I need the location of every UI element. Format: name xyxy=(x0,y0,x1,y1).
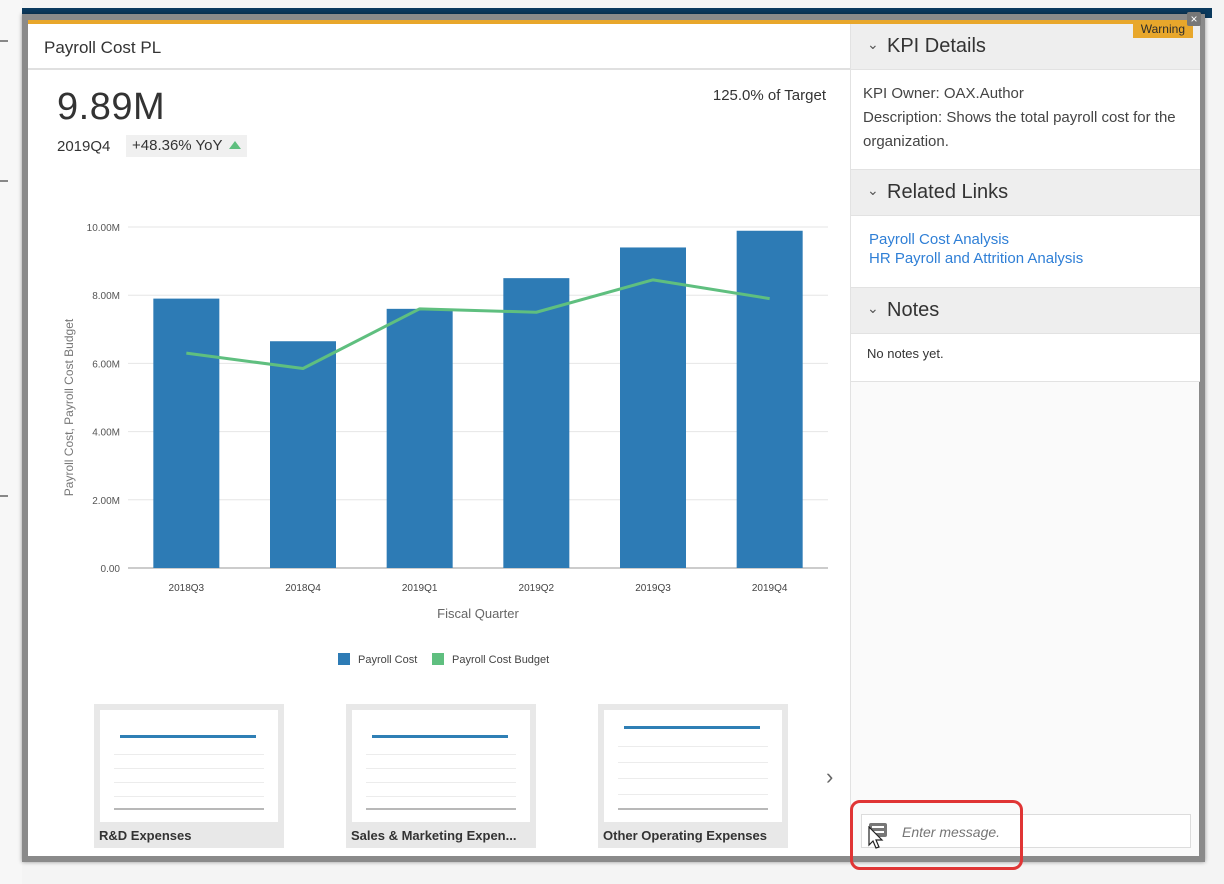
y-tick-label: 0.00 xyxy=(101,564,121,575)
section-header-notes[interactable]: ⌄ Notes xyxy=(851,288,1200,334)
x-tick-label: 2019Q2 xyxy=(519,583,555,594)
thumbnail-preview xyxy=(100,710,278,822)
x-axis-title: Fiscal Quarter xyxy=(437,606,519,621)
notes-body: No notes yet. xyxy=(851,334,1200,382)
kpi-main-panel: Payroll Cost PL 9.89M 2019Q4 +48.36% YoY… xyxy=(28,24,850,856)
y-tick-label: 8.00M xyxy=(92,291,120,302)
related-links-body: Payroll Cost Analysis HR Payroll and Att… xyxy=(851,216,1200,288)
kpi-yoy-text: +48.36% YoY xyxy=(132,137,223,154)
link-payroll-cost-analysis[interactable]: Payroll Cost Analysis xyxy=(869,230,1200,249)
thumbnail-preview xyxy=(352,710,530,822)
x-tick-label: 2019Q3 xyxy=(635,583,671,594)
warning-badge: Warning xyxy=(1132,20,1193,38)
notes-empty-text: No notes yet. xyxy=(867,346,944,361)
section-header-related-links[interactable]: ⌄ Related Links xyxy=(851,170,1200,216)
x-tick-label: 2019Q4 xyxy=(752,583,788,594)
thumbnail-label: R&D Expenses xyxy=(99,828,192,843)
bar-payroll-cost xyxy=(270,341,336,568)
bar-payroll-cost xyxy=(736,230,803,568)
close-icon[interactable]: × xyxy=(1187,12,1201,26)
x-tick-label: 2018Q4 xyxy=(285,583,321,594)
bar-payroll-cost xyxy=(153,298,220,568)
y-axis-title: Payroll Cost, Payroll Cost Budget xyxy=(62,318,76,496)
thumbnail-card-other-operating[interactable]: Other Operating Expenses xyxy=(598,704,788,848)
x-tick-label: 2018Q3 xyxy=(169,583,205,594)
chevron-right-icon[interactable]: › xyxy=(826,764,833,790)
trend-up-icon xyxy=(228,141,241,149)
x-tick-label: 2019Q1 xyxy=(402,583,438,594)
kpi-owner: KPI Owner: OAX.Author xyxy=(863,85,1024,102)
y-tick-label: 6.00M xyxy=(92,359,120,370)
kpi-value: 9.89M xyxy=(57,86,166,128)
legend-swatch-payroll-cost xyxy=(338,653,350,665)
chevron-down-icon: ⌄ xyxy=(867,36,879,52)
payroll-chart: 0.00 2.00M 4.00M 6.00M 8.00M 10.00M 2018Q3 2018… xyxy=(62,223,828,666)
section-title: Related Links xyxy=(887,181,1009,203)
details-sidebar: ⌄ KPI Details KPI Owner: OAX.Author Desc… xyxy=(850,24,1200,856)
chevron-down-icon: ⌄ xyxy=(867,300,879,316)
y-tick-label: 4.00M xyxy=(92,428,120,439)
bar-payroll-cost xyxy=(386,308,453,568)
thumbnail-preview xyxy=(604,710,782,822)
y-tick-label: 2.00M xyxy=(92,496,120,507)
kpi-period: 2019Q4 xyxy=(57,138,111,155)
thumbnail-label: Other Operating Expenses xyxy=(603,828,767,843)
bar-payroll-cost xyxy=(620,247,686,568)
background-left-strip xyxy=(0,0,22,884)
panel-header: Payroll Cost PL xyxy=(28,24,850,70)
link-hr-payroll-attrition[interactable]: HR Payroll and Attrition Analysis xyxy=(869,249,1200,268)
kpi-description: Description: Shows the total payroll cos… xyxy=(863,109,1176,150)
thumbnail-card-sales-marketing[interactable]: Sales & Marketing Expen... xyxy=(346,704,536,848)
kpi-target: 125.0% of Target xyxy=(712,87,826,104)
kpi-yoy-badge: +48.36% YoY xyxy=(126,135,247,157)
y-tick-label: 10.00M xyxy=(87,223,120,234)
mouse-cursor-icon xyxy=(868,826,884,849)
section-title: Notes xyxy=(887,299,940,321)
thumbnail-label: Sales & Marketing Expen... xyxy=(351,828,517,843)
section-title: KPI Details xyxy=(887,35,986,57)
legend-swatch-payroll-cost-budget xyxy=(432,653,444,665)
kpi-details-body: KPI Owner: OAX.Author Description: Shows… xyxy=(851,70,1200,170)
panel-title: Payroll Cost PL xyxy=(44,38,162,57)
chevron-down-icon: ⌄ xyxy=(867,182,879,198)
bar-payroll-cost xyxy=(503,278,570,568)
kpi-dialog: Payroll Cost PL 9.89M 2019Q4 +48.36% YoY… xyxy=(22,12,1205,862)
thumbnail-card-rd[interactable]: R&D Expenses xyxy=(94,704,284,848)
legend-label: Payroll Cost Budget xyxy=(452,654,549,666)
legend-label: Payroll Cost xyxy=(358,654,417,666)
